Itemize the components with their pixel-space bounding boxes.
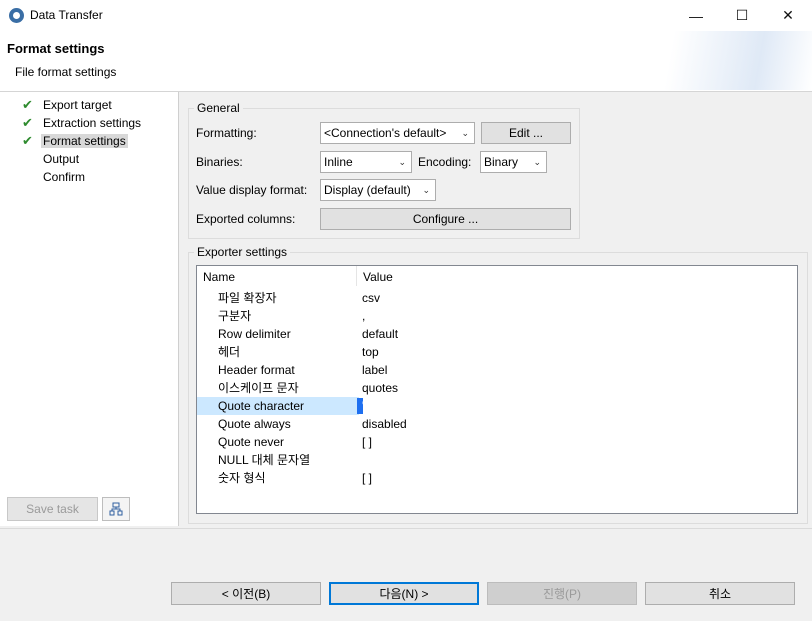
binaries-label: Binaries: [196, 155, 243, 169]
exporter-group-label: Exporter settings [194, 245, 291, 259]
save-task-button[interactable]: Save task [7, 497, 98, 521]
encoding-value: Binary [484, 155, 519, 169]
maximize-icon[interactable]: ☐ [719, 0, 765, 31]
table-row-name[interactable]: 구분자 [218, 307, 251, 325]
table-row-value[interactable]: [ ] [362, 469, 372, 487]
chevron-down-icon: ⌄ [398, 157, 406, 167]
encoding-select[interactable]: Binary ⌄ [480, 151, 547, 173]
task-hierarchy-button[interactable] [102, 497, 130, 521]
value-display-value: Display (default) [324, 183, 411, 197]
cancel-button[interactable]: 취소 [645, 582, 795, 605]
proceed-button[interactable]: 진행(P) [487, 582, 637, 605]
table-row-name-selected[interactable]: Quote character [218, 397, 304, 415]
table-row-value[interactable]: , [362, 307, 365, 325]
table-row-name[interactable]: Quote never [218, 433, 284, 451]
table-row-name[interactable]: 이스케이프 문자 [218, 379, 299, 397]
check-icon: ✔ [22, 97, 33, 112]
step-export-target[interactable]: ✔ Export target [22, 96, 114, 114]
general-group-label: General [194, 101, 243, 115]
table-row-value[interactable]: quotes [362, 379, 398, 397]
table-row-value[interactable]: top [362, 343, 379, 361]
chevron-down-icon: ⌄ [461, 128, 469, 138]
value-display-label: Value display format: [196, 183, 308, 197]
check-icon: ✔ [22, 115, 33, 130]
table-row-name[interactable]: 숫자 형식 [218, 469, 266, 487]
window-title: Data Transfer [30, 8, 103, 22]
next-button[interactable]: 다음(N) > [329, 582, 479, 605]
table-row-value[interactable]: disabled [362, 415, 407, 433]
table-row-name[interactable]: 헤더 [218, 343, 240, 361]
encoding-label: Encoding: [418, 155, 472, 169]
close-icon[interactable]: ✕ [765, 0, 811, 31]
chevron-down-icon: ⌄ [533, 157, 541, 167]
app-icon [9, 8, 24, 23]
back-button[interactable]: < 이전(B) [171, 582, 321, 605]
scrollbar[interactable] [797, 398, 798, 414]
step-extraction-settings[interactable]: ✔ Extraction settings [22, 114, 143, 132]
table-row-name[interactable]: Header format [218, 361, 295, 379]
step-label: Confirm [43, 170, 86, 184]
check-icon: ✔ [22, 133, 33, 148]
binaries-value: Inline [324, 155, 353, 169]
table-row-value[interactable]: csv [362, 289, 380, 307]
step-format-settings[interactable]: ✔ Format settings [22, 132, 128, 150]
edit-button[interactable]: Edit ... [481, 122, 571, 144]
formatting-label: Formatting: [196, 126, 257, 140]
step-label: Format settings [41, 134, 128, 148]
table-row-value[interactable]: default [362, 325, 398, 343]
binaries-select[interactable]: Inline ⌄ [320, 151, 412, 173]
formatting-value: <Connection's default> [324, 126, 447, 140]
wizard-header [0, 31, 812, 90]
table-row-name[interactable]: NULL 대체 문자열 [218, 451, 310, 469]
column-divider[interactable] [356, 266, 357, 286]
configure-button[interactable]: Configure ... [320, 208, 571, 230]
step-label: Output [43, 152, 80, 166]
value-display-select[interactable]: Display (default) ⌄ [320, 179, 436, 201]
chevron-down-icon: ⌄ [422, 185, 430, 195]
step-label: Export target [43, 98, 112, 112]
exported-columns-label: Exported columns: [196, 212, 296, 226]
hierarchy-icon [109, 502, 123, 516]
step-confirm[interactable]: Confirm [22, 168, 87, 186]
formatting-select[interactable]: <Connection's default> ⌄ [320, 122, 475, 144]
table-row-name[interactable]: Quote always [218, 415, 291, 433]
column-header-value[interactable]: Value [363, 270, 393, 286]
column-header-name[interactable]: Name [203, 270, 235, 286]
table-row-value[interactable]: label [362, 361, 387, 379]
table-row-value[interactable]: [ ] [362, 433, 372, 451]
page-subtitle: File format settings [15, 65, 117, 79]
table-row-value-selected[interactable]: " [362, 397, 366, 415]
button-bar [0, 528, 812, 621]
minimize-icon[interactable]: — [673, 0, 719, 31]
step-output[interactable]: Output [22, 150, 81, 168]
table-row-name[interactable]: 파일 확장자 [218, 289, 277, 307]
step-label: Extraction settings [43, 116, 142, 130]
table-row-name[interactable]: Row delimiter [218, 325, 291, 343]
page-title: Format settings [7, 41, 105, 56]
